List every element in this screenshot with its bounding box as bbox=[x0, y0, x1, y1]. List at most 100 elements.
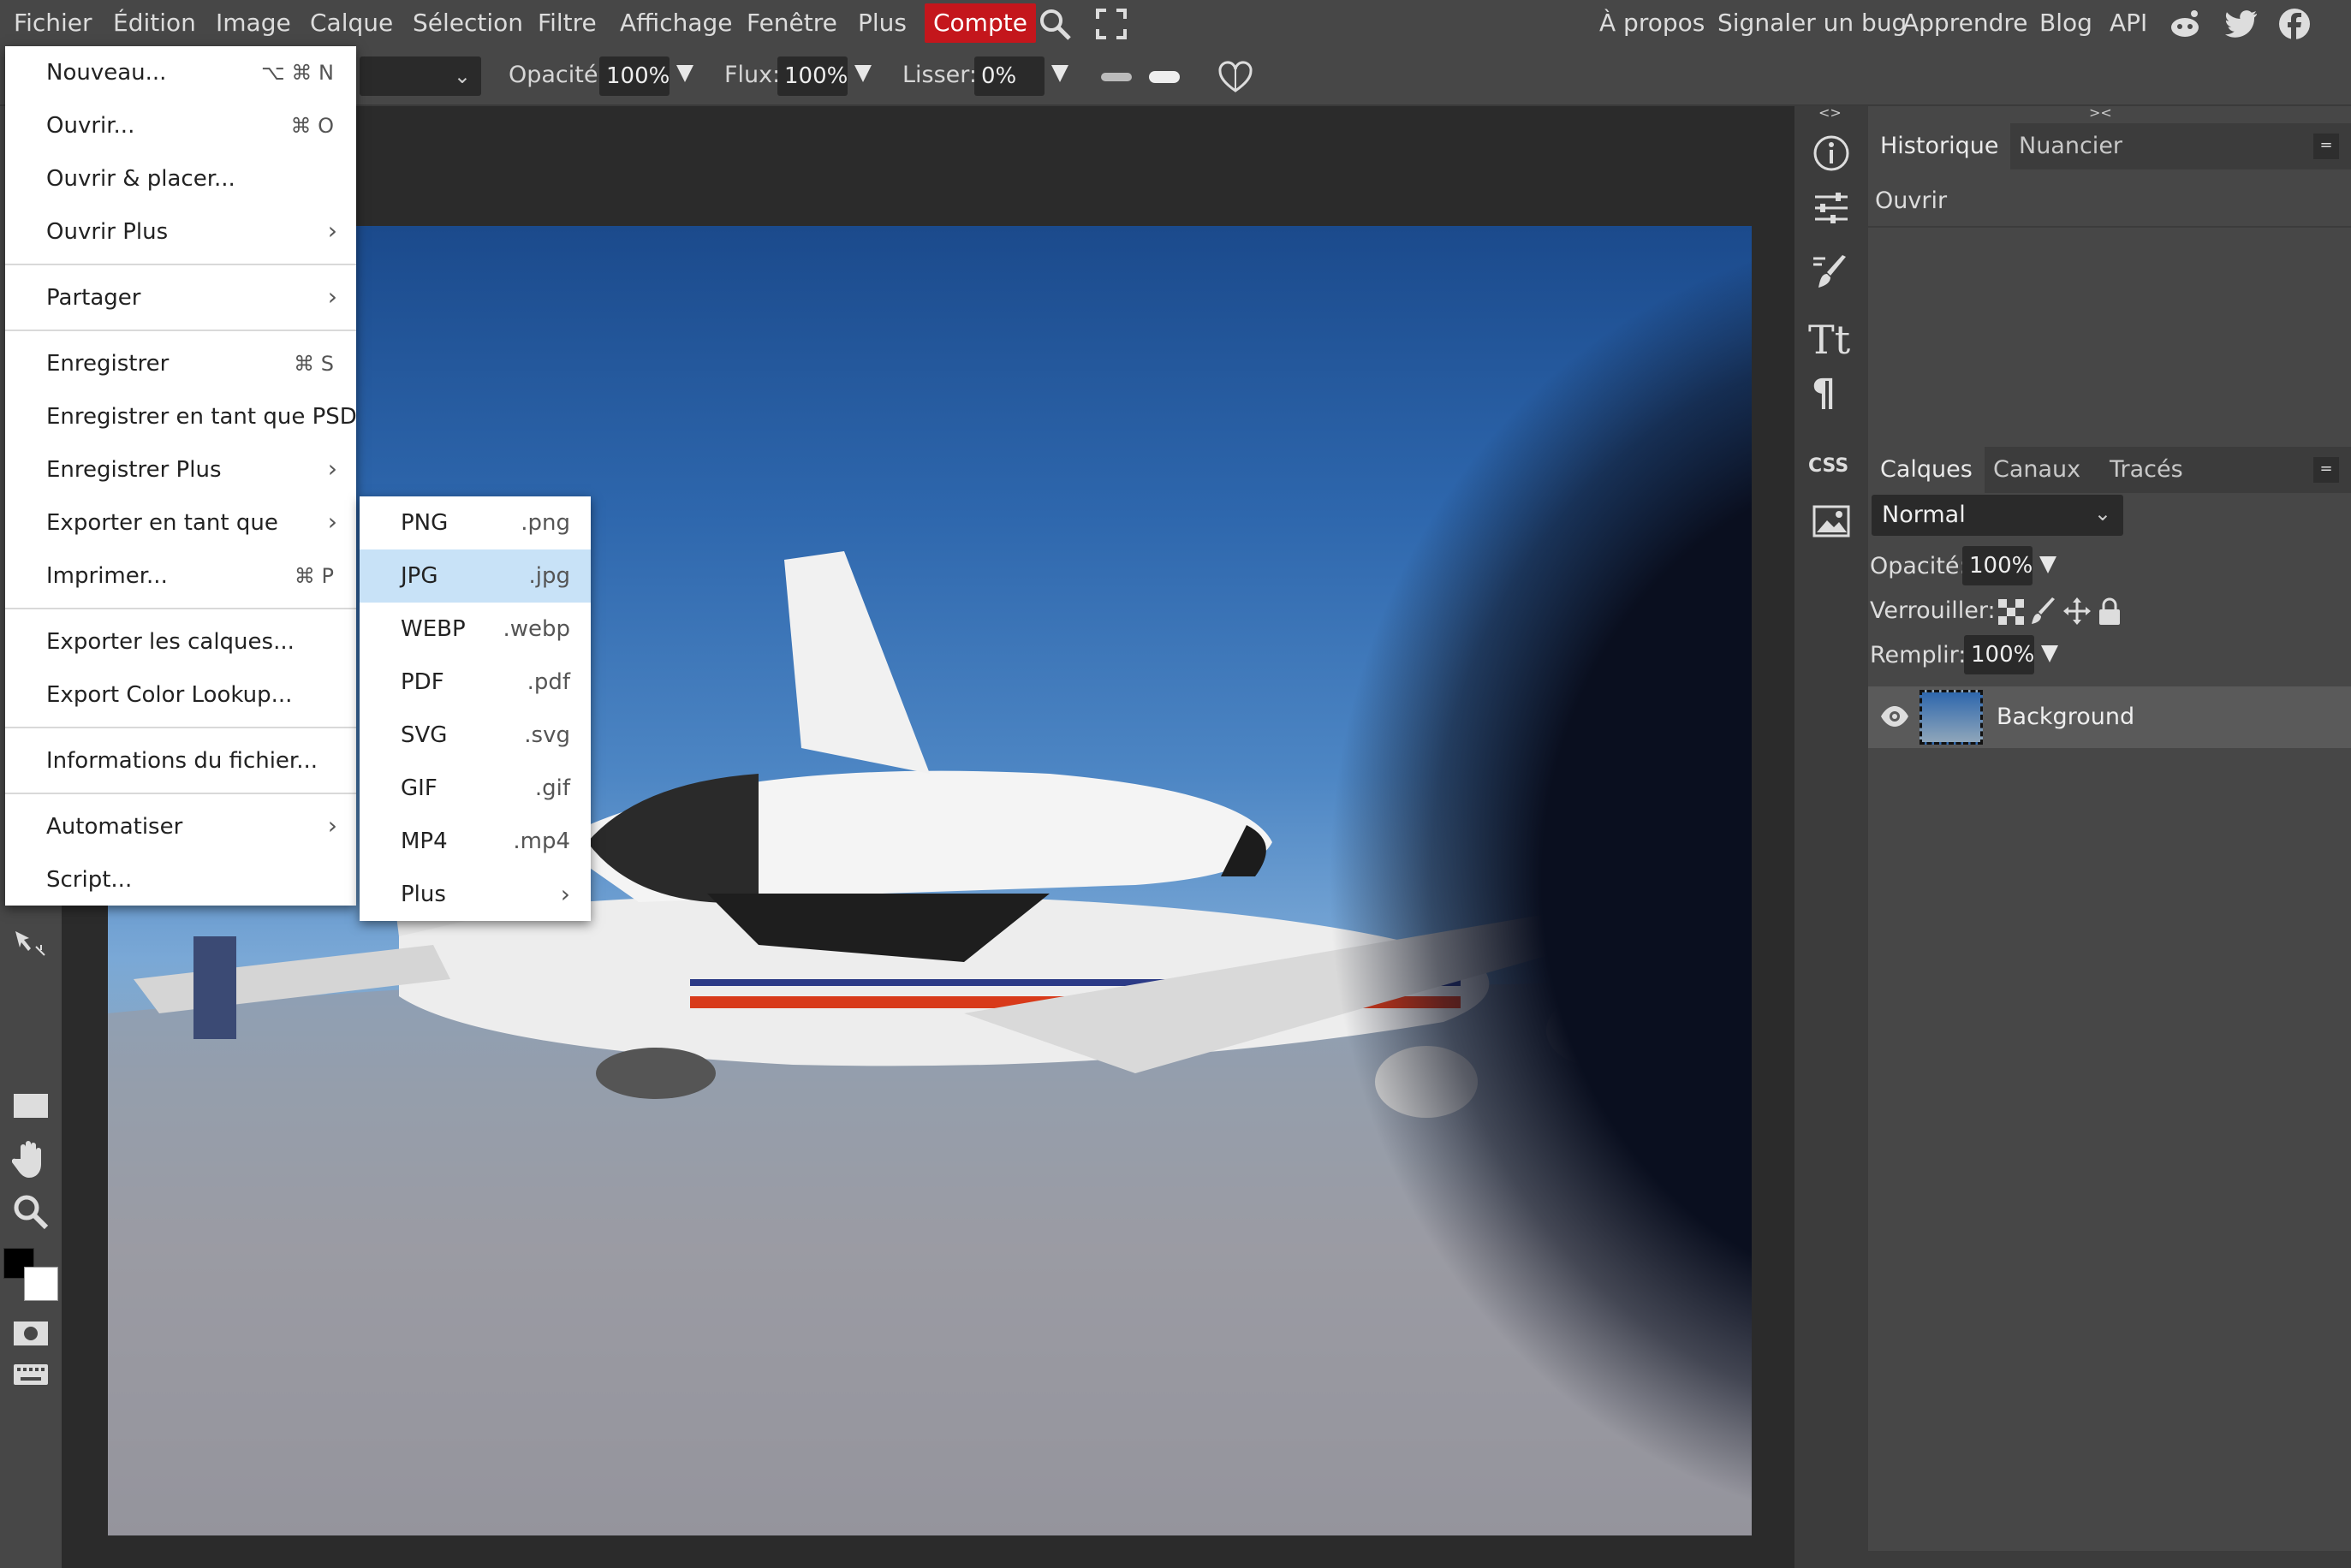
tab-paths[interactable]: Tracés bbox=[2098, 447, 2195, 493]
tab-history[interactable]: Historique bbox=[1868, 123, 2011, 169]
select-transform-icon[interactable] bbox=[12, 928, 50, 965]
facebook-icon[interactable] bbox=[2277, 7, 2312, 41]
blend-mode-select[interactable]: Normal ⌄ bbox=[1872, 495, 2123, 536]
export-svg[interactable]: SVG .svg bbox=[360, 709, 591, 762]
menu-item-export-as[interactable]: Exporter en tant que › bbox=[5, 496, 356, 549]
opacity-label: Opacité: bbox=[509, 62, 606, 88]
smooth-input[interactable]: 0% bbox=[974, 56, 1045, 96]
menu-item-share[interactable]: Partager › bbox=[5, 271, 356, 324]
search-icon[interactable] bbox=[1038, 7, 1072, 41]
layer-thumbnail bbox=[1919, 690, 1983, 745]
menu-calque[interactable]: Calque bbox=[310, 0, 393, 46]
menu-filtre[interactable]: Filtre bbox=[538, 0, 597, 46]
info-icon[interactable] bbox=[1812, 134, 1851, 173]
menu-separator bbox=[5, 608, 356, 609]
menu-affichage[interactable]: Affichage bbox=[620, 0, 733, 46]
menu-item-save-psd[interactable]: Enregistrer en tant que PSD bbox=[5, 390, 357, 443]
fill-dropdown-icon[interactable] bbox=[2041, 645, 2058, 662]
menu-item-save-more[interactable]: Enregistrer Plus › bbox=[5, 443, 356, 496]
link-api[interactable]: API bbox=[2110, 0, 2147, 46]
menu-item-open[interactable]: Ouvrir... ⌘ O bbox=[5, 99, 356, 152]
smooth-dropdown-icon[interactable] bbox=[1051, 65, 1068, 82]
link-report-bug[interactable]: Signaler un bug bbox=[1717, 0, 1907, 46]
brush-settings-icon[interactable] bbox=[1812, 253, 1851, 293]
opacity-dropdown-icon[interactable] bbox=[676, 65, 693, 82]
menu-item-open-place[interactable]: Ouvrir & placer... bbox=[5, 152, 356, 205]
account-button[interactable]: Compte bbox=[925, 3, 1036, 43]
menu-item-file-info[interactable]: Informations du fichier... bbox=[5, 734, 356, 787]
right-dock-strip: <> Tt ¶ CSS bbox=[1794, 104, 1868, 1568]
link-learn[interactable]: Apprendre bbox=[1902, 0, 2027, 46]
menu-item-automate[interactable]: Automatiser › bbox=[5, 800, 356, 853]
symmetry-heart-icon[interactable] bbox=[1217, 60, 1253, 94]
hand-icon[interactable] bbox=[12, 1138, 50, 1179]
chevron-right-icon: › bbox=[327, 811, 337, 840]
right-panels: >< Historique Nuancier = Ouvrir Calques … bbox=[1868, 104, 2351, 1568]
fill-input[interactable]: 100% bbox=[1964, 635, 2034, 674]
collapse-dock-icon[interactable]: <> bbox=[1818, 104, 1842, 121]
layers-panel-menu-button[interactable]: = bbox=[2313, 457, 2339, 483]
lock-all-icon[interactable] bbox=[2098, 597, 2122, 625]
link-about[interactable]: À propos bbox=[1599, 0, 1705, 46]
lock-transparency-icon[interactable] bbox=[1998, 599, 2024, 625]
export-gif[interactable]: GIF .gif bbox=[360, 762, 591, 815]
lock-pixels-icon[interactable] bbox=[2031, 597, 2056, 625]
zoom-icon[interactable] bbox=[12, 1193, 50, 1231]
menu-plus[interactable]: Plus bbox=[858, 0, 907, 46]
opacity-input[interactable]: 100% bbox=[599, 56, 670, 96]
fullscreen-icon[interactable] bbox=[1094, 7, 1128, 41]
menu-item-print[interactable]: Imprimer... ⌘ P bbox=[5, 549, 356, 603]
photo-vignette bbox=[1324, 226, 1752, 1535]
history-panel-menu-button[interactable]: = bbox=[2313, 134, 2339, 159]
tab-layers[interactable]: Calques bbox=[1868, 447, 1985, 493]
blend-mode-value: Normal bbox=[1882, 502, 1966, 528]
reddit-icon[interactable] bbox=[2168, 7, 2202, 41]
menu-item-save[interactable]: Enregistrer ⌘ S bbox=[5, 337, 356, 390]
layer-row-background[interactable]: Background bbox=[1868, 686, 2351, 748]
menu-item-new[interactable]: Nouveau... ⌥ ⌘ N bbox=[5, 46, 356, 99]
rectangle-select-icon[interactable] bbox=[12, 1087, 50, 1125]
menu-item-script[interactable]: Script... bbox=[5, 853, 356, 906]
chevron-right-icon: › bbox=[327, 508, 337, 536]
menu-separator bbox=[5, 264, 356, 265]
tab-channels[interactable]: Canaux bbox=[1981, 447, 2092, 493]
character-icon[interactable]: Tt bbox=[1808, 317, 1850, 363]
menu-item-export-layers[interactable]: Exporter les calques... bbox=[5, 615, 356, 668]
quick-mask-icon[interactable] bbox=[12, 1320, 50, 1347]
flow-dropdown-icon[interactable] bbox=[854, 65, 872, 82]
tab-swatches[interactable]: Nuancier bbox=[2007, 123, 2134, 169]
flow-input[interactable]: 100% bbox=[777, 56, 848, 96]
background-color-swatch[interactable] bbox=[24, 1267, 58, 1301]
menu-item-open-more[interactable]: Ouvrir Plus › bbox=[5, 205, 356, 258]
export-submenu: PNG .png JPG .jpg WEBP .webp PDF .pdf SVG .sv… bbox=[360, 496, 591, 921]
css-icon[interactable]: CSS bbox=[1808, 455, 1848, 477]
adjustments-icon[interactable] bbox=[1812, 188, 1851, 228]
export-png[interactable]: PNG .png bbox=[360, 496, 591, 549]
menu-edition[interactable]: Édition bbox=[113, 0, 196, 46]
image-icon[interactable] bbox=[1812, 502, 1851, 541]
fill-label: Remplir: bbox=[1870, 642, 1967, 668]
menu-fenetre[interactable]: Fenêtre bbox=[747, 0, 837, 46]
menu-selection[interactable]: Sélection bbox=[413, 0, 523, 46]
link-blog[interactable]: Blog bbox=[2039, 0, 2092, 46]
menu-image[interactable]: Image bbox=[216, 0, 291, 46]
collapse-panels-icon[interactable]: >< bbox=[2089, 104, 2112, 121]
export-pdf[interactable]: PDF .pdf bbox=[360, 656, 591, 709]
history-item-open[interactable]: Ouvrir bbox=[1875, 176, 1947, 226]
layer-opacity-dropdown-icon[interactable] bbox=[2039, 556, 2056, 573]
menu-fichier[interactable]: Fichier bbox=[14, 0, 92, 46]
twitter-icon[interactable] bbox=[2224, 7, 2259, 41]
eye-icon[interactable] bbox=[1880, 705, 1909, 728]
chevron-right-icon: › bbox=[327, 454, 337, 483]
brush-preset-dropdown[interactable]: ⌄ bbox=[360, 56, 481, 96]
brush-pressure-icon[interactable] bbox=[1099, 67, 1181, 87]
lock-position-icon[interactable] bbox=[2063, 597, 2091, 625]
keyboard-icon[interactable] bbox=[12, 1363, 50, 1387]
export-jpg[interactable]: JPG .jpg bbox=[360, 549, 591, 603]
export-mp4[interactable]: MP4 .mp4 bbox=[360, 815, 591, 868]
paragraph-icon[interactable]: ¶ bbox=[1812, 371, 1836, 415]
menu-item-export-color-lookup[interactable]: Export Color Lookup... bbox=[5, 668, 356, 722]
export-more[interactable]: Plus › bbox=[360, 868, 591, 921]
export-webp[interactable]: WEBP .webp bbox=[360, 603, 591, 656]
layer-opacity-input[interactable]: 100% bbox=[1962, 546, 2033, 585]
